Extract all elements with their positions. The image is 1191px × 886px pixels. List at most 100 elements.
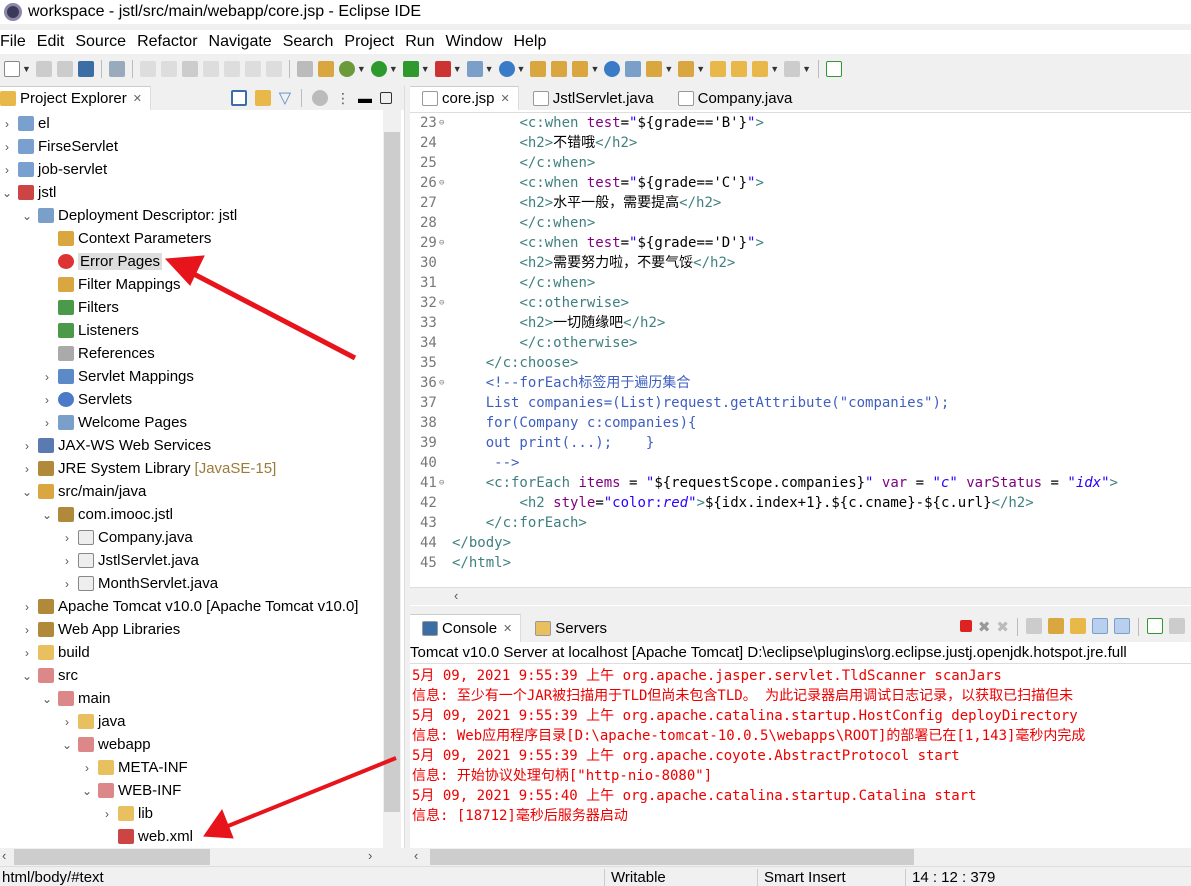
tree-item[interactable]: › build	[0, 641, 383, 664]
tree-item[interactable]: › java	[0, 710, 383, 733]
chevron-right-icon[interactable]: ›	[80, 761, 94, 775]
tree-item[interactable]: ⌄ src/main/java	[0, 480, 383, 503]
save-all-icon[interactable]	[56, 61, 73, 77]
fold-toggle-icon[interactable]: ⊖	[439, 173, 444, 193]
chevron-right-icon[interactable]: ›	[40, 393, 54, 407]
tree-item[interactable]: › Web App Libraries	[0, 618, 383, 641]
tree-item[interactable]: › lib	[0, 802, 383, 825]
fold-toggle-icon[interactable]: ⊖	[439, 233, 444, 253]
chevron-right-icon[interactable]: ›	[40, 416, 54, 430]
tree-item[interactable]: ⌄ src	[0, 664, 383, 687]
pin-console-icon[interactable]	[1147, 618, 1163, 634]
editor-horizontal-scrollbar[interactable]: ‹	[410, 587, 1191, 605]
chevron-right-icon[interactable]: ›	[100, 807, 114, 821]
new-server-icon[interactable]	[466, 61, 483, 77]
next-annotation-dropdown-icon[interactable]: ▼	[664, 64, 673, 74]
run-dropdown-icon[interactable]: ▼	[389, 64, 398, 74]
open-perspective-icon[interactable]	[826, 61, 843, 77]
forward-icon[interactable]	[784, 61, 801, 77]
forward-dropdown-icon[interactable]: ▼	[802, 64, 811, 74]
tree-item[interactable]: › el	[0, 112, 383, 135]
chevron-right-icon[interactable]: ›	[20, 462, 34, 476]
chevron-right-icon[interactable]: ›	[20, 600, 34, 614]
step-over-icon[interactable]	[244, 61, 261, 77]
open-type-icon[interactable]	[530, 61, 547, 77]
close-icon[interactable]: ✕	[133, 92, 142, 105]
tree-item[interactable]: ⌄ main	[0, 687, 383, 710]
tab-core-jsp[interactable]: core.jsp ✕	[410, 86, 519, 110]
show-on-stderr-icon[interactable]	[1114, 618, 1130, 634]
chevron-right-icon[interactable]: ›	[60, 715, 74, 729]
last-edit-location-icon[interactable]	[710, 61, 727, 77]
web-browser-icon[interactable]	[604, 61, 621, 77]
menu-refactor[interactable]: Refactor	[137, 30, 208, 54]
chevron-right-icon[interactable]: ›	[60, 577, 74, 591]
show-on-stdout-icon[interactable]	[1092, 618, 1108, 634]
new-dropdown-icon[interactable]: ▼	[22, 64, 31, 74]
chevron-right-icon[interactable]: ›	[0, 140, 14, 154]
skip-breakpoints-icon[interactable]	[108, 61, 125, 77]
resume-icon[interactable]	[139, 61, 156, 77]
new-servlet-dropdown-icon[interactable]: ▼	[517, 64, 526, 74]
menu-file[interactable]: File	[0, 30, 37, 54]
tree-item[interactable]: ⌄ jstl	[0, 181, 383, 204]
tree-item[interactable]: ⌄ WEB-INF	[0, 779, 383, 802]
collapse-all-icon[interactable]	[230, 90, 247, 106]
new-servlet-icon[interactable]	[498, 61, 515, 77]
tree-item[interactable]: Error Pages	[0, 250, 383, 273]
previous-annotation-dropdown-icon[interactable]: ▼	[696, 64, 705, 74]
fold-toggle-icon[interactable]: ⊖	[439, 373, 444, 393]
console-output[interactable]: 5月 09, 2021 9:55:39 上午 org.apache.jasper…	[412, 666, 1085, 826]
drop-to-frame-icon[interactable]	[317, 61, 334, 77]
fold-toggle-icon[interactable]: ⊖	[439, 473, 444, 493]
tree-item[interactable]: › Apache Tomcat v10.0 [Apache Tomcat v10.…	[0, 595, 383, 618]
remove-all-launches-icon[interactable]: ✖	[996, 618, 1009, 636]
chevron-right-icon[interactable]: ›	[20, 439, 34, 453]
step-return-icon[interactable]	[265, 61, 282, 77]
new-server-dropdown-icon[interactable]: ▼	[485, 64, 494, 74]
chevron-down-icon[interactable]: ⌄	[20, 669, 34, 683]
menu-source[interactable]: Source	[75, 30, 137, 54]
external-tools-icon[interactable]	[434, 61, 451, 77]
fold-toggle-icon[interactable]: ⊖	[439, 113, 444, 133]
tab-project-explorer[interactable]: Project Explorer ✕	[0, 86, 151, 110]
tab-jstlservlet-java[interactable]: JstlServlet.java	[519, 86, 664, 110]
chevron-down-icon[interactable]: ⌄	[80, 784, 94, 798]
next-annotation-icon[interactable]	[646, 61, 663, 77]
working-sets-icon[interactable]	[312, 90, 328, 106]
explorer-vertical-scrollbar[interactable]	[383, 110, 401, 848]
suspend-icon[interactable]	[160, 61, 177, 77]
chevron-down-icon[interactable]: ⌄	[20, 209, 34, 223]
previous-annotation-icon[interactable]	[678, 61, 695, 77]
tree-item[interactable]: ⌄ com.imooc.jstl	[0, 503, 383, 526]
tree-item[interactable]: › Servlets	[0, 388, 383, 411]
menu-window[interactable]: Window	[446, 30, 514, 54]
display-console-icon[interactable]	[1169, 618, 1185, 634]
menu-help[interactable]: Help	[513, 30, 546, 54]
menu-search[interactable]: Search	[283, 30, 345, 54]
tree-item[interactable]: › META-INF	[0, 756, 383, 779]
coverage-dropdown-icon[interactable]: ▼	[421, 64, 430, 74]
menu-run[interactable]: Run	[405, 30, 445, 54]
tree-item[interactable]: Listeners	[0, 319, 383, 342]
chevron-down-icon[interactable]: ⌄	[0, 186, 14, 200]
tree-item[interactable]: › Servlet Mappings	[0, 365, 383, 388]
console-horizontal-scrollbar[interactable]: ‹	[410, 848, 1191, 866]
filter-icon[interactable]: ▽	[279, 88, 291, 108]
search-dropdown-icon[interactable]: ▼	[590, 64, 599, 74]
coverage-icon[interactable]	[402, 61, 419, 77]
word-wrap-icon[interactable]	[1070, 618, 1086, 634]
chevron-down-icon[interactable]: ⌄	[40, 508, 54, 522]
close-icon[interactable]: ✕	[503, 622, 512, 635]
tree-item[interactable]: Context Parameters	[0, 227, 383, 250]
terminate-icon[interactable]	[959, 620, 972, 632]
tab-servers[interactable]: Servers	[521, 614, 617, 642]
maximize-icon[interactable]	[380, 92, 392, 104]
menu-edit[interactable]: Edit	[37, 30, 76, 54]
disconnect-icon[interactable]	[202, 61, 219, 77]
tree-item[interactable]: › JstlServlet.java	[0, 549, 383, 572]
chevron-right-icon[interactable]: ›	[60, 531, 74, 545]
tree-item[interactable]: References	[0, 342, 383, 365]
clear-console-icon[interactable]	[1026, 618, 1042, 634]
view-menu-icon[interactable]: ⋮	[336, 90, 350, 107]
